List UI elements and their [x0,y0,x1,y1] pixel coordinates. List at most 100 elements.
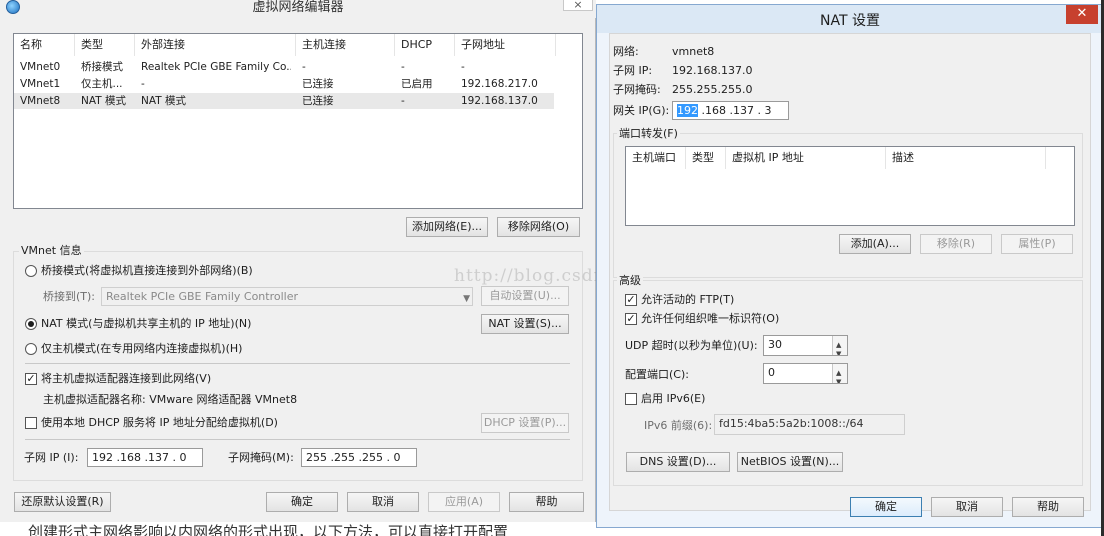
config-port-value: 0 [768,366,775,379]
network-label: 网络: [613,45,639,58]
dns-settings-button[interactable]: DNS 设置(D)... [626,452,730,472]
config-port-input[interactable]: 0 ▲ ▼ [763,363,848,384]
column-header-host-port[interactable]: 主机端口 [626,147,686,169]
table-row-vmnet8[interactable]: VMnet8 NAT 模式 NAT 模式 已连接 - 192.168.137.0 [14,93,554,109]
port-forward-list[interactable]: 主机端口 类型 虚拟机 IP 地址 描述 [625,146,1075,226]
nat-settings-button[interactable]: NAT 设置(S)... [481,314,569,334]
network-list[interactable]: 名称 类型 外部连接 主机连接 DHCP 子网地址 VMnet0 桥接模式 Re… [13,33,583,209]
network-value: vmnet8 [672,45,715,58]
cell-dhcp: 已启用 [401,78,433,90]
bridge-to-select[interactable]: Realtek PCIe GBE Family Controller ▼ [101,287,473,306]
ipv6-prefix-label: IPv6 前缀(6): [644,419,713,432]
udp-timeout-label: UDP 超时(以秒为单位)(U): [625,339,758,352]
add-network-button[interactable]: 添加网络(E)... [406,217,488,237]
cancel-button[interactable]: 取消 [931,497,1003,517]
connect-adapter-checkbox[interactable]: ✓ [25,373,37,385]
udp-timeout-input[interactable]: 30 ▲ ▼ [763,335,848,356]
cell-name: VMnet1 [20,78,61,90]
nat-mode-radio[interactable] [25,318,37,330]
cancel-button[interactable]: 取消 [347,492,419,512]
background-article-text: 创建形式主网络影响以内网络的形式出现，以下方法，可以直接打开配置 [28,523,509,536]
advanced-title: 高级 [617,274,643,287]
close-button[interactable]: ✕ [1066,5,1098,24]
column-header-host[interactable]: 主机连接 [296,34,395,56]
column-header-dhcp[interactable]: DHCP [395,34,455,56]
remove-port-button[interactable]: 移除(R) [920,234,992,254]
cell-dhcp: - [401,61,405,73]
cell-external: Realtek PCIe GBE Family Co... [141,61,291,73]
subnet-mask-label: 子网掩码: [613,83,661,96]
cell-external: - [141,78,145,90]
port-forward-title: 端口转发(F) [617,127,680,140]
connect-adapter-label[interactable]: 将主机虚拟适配器连接到此网络(V) [41,372,211,386]
close-button[interactable]: × [563,0,593,11]
use-dhcp-label[interactable]: 使用本地 DHCP 服务将 IP 地址分配给虚拟机(D) [41,416,278,430]
apply-button[interactable]: 应用(A) [428,492,500,512]
column-header-vm-ip[interactable]: 虚拟机 IP 地址 [726,147,886,169]
allow-ftp-label[interactable]: 允许活动的 FTP(T) [641,293,734,307]
gateway-ip-input[interactable]: 192 .168 .137 . 3 [672,101,789,120]
netbios-settings-button[interactable]: NetBIOS 设置(N)... [737,452,843,472]
dhcp-settings-button[interactable]: DHCP 设置(P)... [481,413,569,433]
allow-oui-checkbox[interactable]: ✓ [625,313,637,325]
config-port-label: 配置端口(C): [625,368,689,381]
window-title: NAT 设置 [820,13,880,29]
help-button[interactable]: 帮助 [1012,497,1084,517]
ok-button[interactable]: 确定 [850,497,922,517]
bridge-to-label: 桥接到(T): [43,290,96,303]
gateway-selected-octet: 192 [677,104,698,117]
help-button[interactable]: 帮助 [509,492,584,512]
column-header-name[interactable]: 名称 [14,34,75,56]
auto-settings-button[interactable]: 自动设置(U)... [481,286,569,306]
subnet-ip-label: 子网 IP (I): [24,451,79,464]
enable-ipv6-label[interactable]: 启用 IPv6(E) [641,392,705,406]
nat-mode-label[interactable]: NAT 模式(与虚拟机共享主机的 IP 地址)(N) [41,317,251,331]
column-header-type[interactable]: 类型 [75,34,135,56]
divider [25,439,570,440]
cell-name: VMnet0 [20,61,61,73]
spin-down-icon[interactable]: ▼ [836,346,841,355]
column-header-external[interactable]: 外部连接 [135,34,296,56]
cell-subnet: 192.168.137.0 [461,95,538,107]
remove-network-button[interactable]: 移除网络(O) [497,217,580,237]
host-only-label[interactable]: 仅主机模式(在专用网络内连接虚拟机)(H) [41,342,242,356]
ipv6-prefix-input[interactable]: fd15:4ba5:5a2b:1008::/64 [714,414,905,435]
divider [25,363,570,364]
nat-settings-window: NAT 设置 ✕ 网络: vmnet8 子网 IP: 192.168.137.0… [596,4,1104,528]
restore-defaults-button[interactable]: 还原默认设置(R) [14,492,111,512]
window-title: 虚拟网络编辑器 [252,0,344,15]
add-port-button[interactable]: 添加(A)... [839,234,911,254]
bridge-mode-radio[interactable] [25,265,37,277]
cell-host: 已连接 [302,78,334,90]
properties-button[interactable]: 属性(P) [1001,234,1073,254]
cell-host: - [302,61,306,73]
subnet-ip-input[interactable]: 192 .168 .137 . 0 [87,448,203,467]
allow-ftp-checkbox[interactable]: ✓ [625,294,637,306]
bridge-mode-label[interactable]: 桥接模式(将虚拟机直接连接到外部网络)(B) [41,264,253,278]
cell-dhcp: - [401,95,405,107]
table-row-vmnet1[interactable]: VMnet1 仅主机... - 已连接 已启用 192.168.217.0 [14,76,554,92]
spinner[interactable]: ▲ ▼ [832,336,847,355]
cell-type: 仅主机... [81,78,123,90]
cell-type: 桥接模式 [81,61,123,73]
column-header-subnet[interactable]: 子网地址 [455,34,556,56]
host-only-radio[interactable] [25,343,37,355]
chevron-down-icon: ▼ [463,294,470,304]
column-header-description[interactable]: 描述 [886,147,1046,169]
subnet-ip-label: 子网 IP: [613,64,653,77]
title-bar: 虚拟网络编辑器 × [0,0,596,18]
subnet-mask-value: 255.255.255.0 [672,83,753,96]
spin-down-icon[interactable]: ▼ [836,374,841,383]
spinner[interactable]: ▲ ▼ [832,364,847,383]
enable-ipv6-checkbox[interactable] [625,393,637,405]
subnet-ip-value: 192.168.137.0 [672,64,753,77]
allow-oui-label[interactable]: 允许任何组织唯一标识符(O) [641,312,779,326]
cell-subnet: 192.168.217.0 [461,78,538,90]
column-header-type[interactable]: 类型 [686,147,726,169]
bridge-to-value: Realtek PCIe GBE Family Controller [106,290,299,303]
table-row-vmnet0[interactable]: VMnet0 桥接模式 Realtek PCIe GBE Family Co..… [14,59,554,75]
ok-button[interactable]: 确定 [266,492,338,512]
use-dhcp-checkbox[interactable] [25,417,37,429]
gateway-label: 网关 IP(G): [613,104,670,117]
subnet-mask-input[interactable]: 255 .255 .255 . 0 [301,448,417,467]
